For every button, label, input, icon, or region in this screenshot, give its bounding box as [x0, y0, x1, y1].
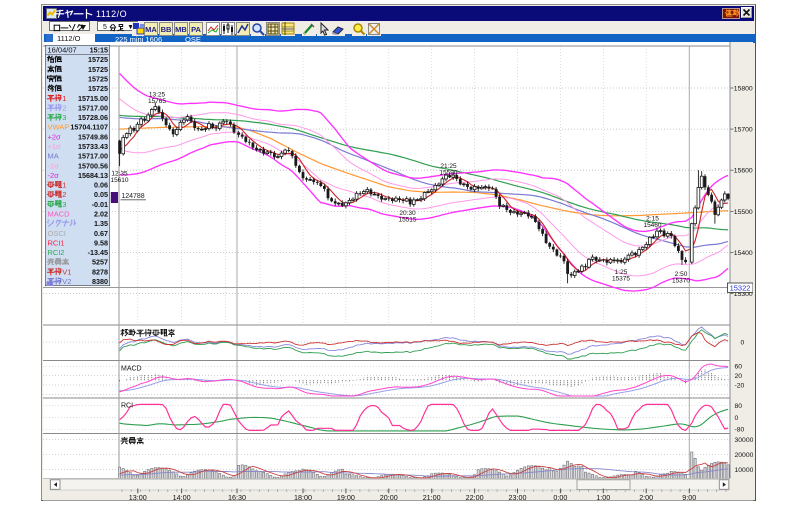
svg-text:9.58: 9.58 — [94, 238, 108, 247]
svg-text:15725: 15725 — [88, 84, 108, 93]
svg-text:15733.43: 15733.43 — [78, 142, 108, 151]
svg-text:0: 0 — [735, 415, 739, 422]
svg-text:15590: 15590 — [439, 170, 457, 177]
svg-text:23:00: 23:00 — [509, 493, 527, 501]
svg-text:124788: 124788 — [121, 193, 144, 200]
svg-text:RCI1: RCI1 — [48, 238, 65, 247]
svg-text:15460: 15460 — [643, 222, 661, 229]
svg-text:-20: -20 — [735, 382, 745, 389]
svg-text:MA: MA — [145, 25, 157, 34]
svg-text:2: 2 — [62, 103, 66, 112]
svg-text:2.02: 2.02 — [94, 210, 108, 219]
svg-text:MACD: MACD — [121, 366, 142, 373]
svg-text:20:00: 20:00 — [380, 493, 398, 501]
svg-text:-1σ: -1σ — [48, 161, 60, 170]
svg-text:BB: BB — [161, 25, 172, 34]
svg-text:1.35: 1.35 — [94, 219, 108, 228]
svg-text:OSCI: OSCI — [48, 229, 66, 238]
svg-text:18:00: 18:00 — [294, 493, 312, 501]
svg-text:2: 2 — [62, 190, 66, 199]
svg-text:+2σ: +2σ — [48, 132, 62, 141]
svg-text:V2: V2 — [62, 277, 71, 286]
svg-text:-13.45: -13.45 — [88, 248, 108, 257]
svg-text:0.06: 0.06 — [94, 181, 108, 190]
svg-text:15765: 15765 — [148, 98, 166, 105]
svg-text:15749.86: 15749.86 — [78, 132, 108, 141]
svg-text:0: 0 — [741, 339, 745, 346]
svg-text:0.67: 0.67 — [94, 229, 108, 238]
svg-text:15725: 15725 — [88, 55, 108, 64]
svg-text:22:00: 22:00 — [466, 493, 484, 501]
svg-text:13:00: 13:00 — [129, 493, 147, 501]
svg-text:1:00: 1:00 — [596, 493, 610, 501]
svg-text:0:00: 0:00 — [553, 493, 567, 501]
svg-text:V1: V1 — [62, 267, 71, 276]
svg-text:MB: MB — [175, 25, 187, 34]
svg-text:RCI2: RCI2 — [48, 248, 65, 257]
svg-text:15400: 15400 — [734, 250, 753, 257]
svg-text:-0.01: -0.01 — [92, 200, 108, 209]
svg-text:3: 3 — [62, 200, 66, 209]
svg-text:15800: 15800 — [734, 86, 753, 93]
svg-text:MA: MA — [48, 152, 59, 161]
svg-text:-2σ: -2σ — [48, 171, 60, 180]
svg-text:RCI: RCI — [121, 403, 133, 410]
svg-text:+1σ: +1σ — [48, 142, 62, 151]
svg-text:15610: 15610 — [110, 177, 128, 184]
svg-text:15600: 15600 — [734, 168, 753, 175]
svg-text:15:15: 15:15 — [90, 46, 108, 55]
svg-text:1: 1 — [62, 94, 66, 103]
svg-text:15515: 15515 — [398, 217, 416, 224]
svg-text:VWAP: VWAP — [48, 123, 70, 132]
svg-text:20000: 20000 — [735, 452, 754, 459]
svg-text:8380: 8380 — [92, 277, 108, 286]
svg-text:MACD: MACD — [48, 210, 71, 219]
svg-text:15717.00: 15717.00 — [78, 152, 108, 161]
svg-text:15700.56: 15700.56 — [78, 161, 108, 170]
svg-text:15375: 15375 — [612, 276, 630, 283]
svg-text:80: 80 — [735, 403, 743, 410]
svg-text:-80: -80 — [735, 427, 745, 434]
svg-text:2:00: 2:00 — [639, 493, 653, 501]
svg-text:15370: 15370 — [672, 278, 690, 285]
svg-text:PA: PA — [191, 25, 201, 34]
svg-text:21:00: 21:00 — [423, 493, 441, 501]
svg-text:15715.00: 15715.00 — [78, 94, 108, 103]
svg-text:8278: 8278 — [92, 267, 108, 276]
svg-text:15725: 15725 — [88, 65, 108, 74]
svg-text:16/04/07: 16/04/07 — [48, 46, 77, 55]
svg-text:30000: 30000 — [735, 437, 754, 444]
svg-text:5257: 5257 — [92, 258, 108, 267]
svg-text:15700: 15700 — [734, 127, 753, 134]
svg-text:15500: 15500 — [734, 209, 753, 216]
svg-text:15704.1107: 15704.1107 — [70, 123, 108, 132]
svg-text:15684.13: 15684.13 — [78, 171, 108, 180]
svg-text:1: 1 — [62, 181, 66, 190]
svg-text:19:00: 19:00 — [337, 493, 355, 501]
svg-text:0.05: 0.05 — [94, 190, 108, 199]
svg-text:10000: 10000 — [735, 467, 754, 474]
svg-text:16:30: 16:30 — [228, 493, 246, 501]
svg-text:3: 3 — [62, 113, 66, 122]
svg-text:15725: 15725 — [88, 75, 108, 84]
svg-text:15728.06: 15728.06 — [78, 113, 108, 122]
svg-text:15322: 15322 — [730, 284, 751, 293]
svg-text:9:00: 9:00 — [682, 493, 696, 501]
svg-text:20: 20 — [735, 373, 743, 380]
svg-text:14:00: 14:00 — [173, 493, 191, 501]
svg-text:15717.00: 15717.00 — [78, 103, 108, 112]
svg-text:60: 60 — [735, 364, 743, 371]
